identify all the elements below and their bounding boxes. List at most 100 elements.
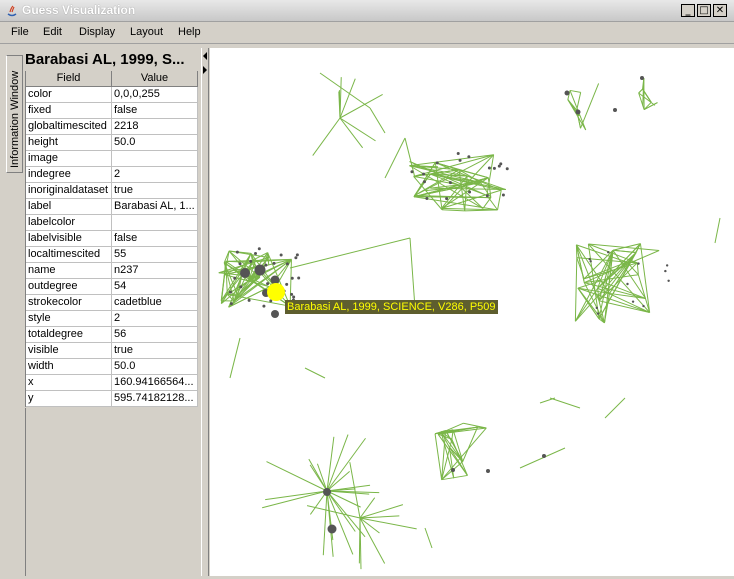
table-row[interactable]: outdegree54 (26, 279, 198, 295)
table-row[interactable]: totaldegree56 (26, 327, 198, 343)
graph-node[interactable] (254, 252, 257, 255)
table-row[interactable]: width50.0 (26, 359, 198, 375)
graph-node[interactable] (236, 251, 239, 254)
value-cell[interactable]: 0,0,0,255 (112, 87, 198, 103)
graph-node[interactable] (445, 197, 448, 200)
graph-node[interactable] (297, 277, 300, 280)
graph-node[interactable] (666, 264, 668, 266)
graph-node[interactable] (233, 277, 236, 280)
value-cell[interactable]: 2 (112, 311, 198, 327)
value-cell[interactable]: cadetblue (112, 295, 198, 311)
graph-node[interactable] (451, 468, 455, 472)
graph-node[interactable] (467, 155, 470, 158)
graph-node[interactable] (588, 258, 590, 260)
table-row[interactable]: indegree2 (26, 167, 198, 183)
graph-node[interactable] (410, 170, 413, 173)
graph-node[interactable] (240, 268, 250, 278)
graph-node[interactable] (239, 285, 242, 288)
graph-node[interactable] (596, 307, 598, 309)
graph-node[interactable] (262, 305, 265, 308)
graph-node[interactable] (249, 260, 252, 263)
graph-node[interactable] (589, 260, 591, 262)
graph-node[interactable] (457, 152, 460, 155)
menu-display[interactable]: Display (79, 26, 115, 38)
value-cell[interactable]: 50.0 (112, 359, 198, 375)
table-row[interactable]: labelvisiblefalse (26, 231, 198, 247)
graph-node[interactable] (230, 302, 233, 305)
graph-node[interactable] (291, 277, 294, 280)
graph-node[interactable] (422, 173, 425, 176)
value-cell[interactable]: true (112, 183, 198, 199)
table-row[interactable]: color0,0,0,255 (26, 87, 198, 103)
graph-node[interactable] (255, 265, 266, 276)
graph-node[interactable] (266, 282, 269, 285)
table-row[interactable]: visibletrue (26, 343, 198, 359)
table-row[interactable]: labelBarabasi AL, 1... (26, 199, 198, 215)
graph-node[interactable] (449, 181, 452, 184)
graph-node[interactable] (459, 159, 462, 162)
value-cell[interactable] (112, 215, 198, 231)
close-button[interactable]: ✕ (713, 4, 727, 17)
graph-node[interactable] (425, 197, 428, 200)
graph-node[interactable] (576, 110, 581, 115)
table-row[interactable]: height50.0 (26, 135, 198, 151)
column-header-field[interactable]: Field (26, 71, 112, 87)
value-cell[interactable]: 2218 (112, 119, 198, 135)
table-row[interactable]: fixedfalse (26, 103, 198, 119)
graph-node[interactable] (664, 270, 666, 272)
menu-file[interactable]: File (11, 26, 29, 38)
graph-node[interactable] (294, 256, 297, 259)
graph-node[interactable] (328, 525, 337, 534)
maximize-button[interactable]: □ (697, 4, 711, 17)
table-row[interactable]: style2 (26, 311, 198, 327)
graph-node[interactable] (273, 262, 276, 265)
graph-node[interactable] (542, 454, 546, 458)
graph-node[interactable] (323, 488, 331, 496)
graph-node[interactable] (607, 251, 609, 253)
graph-node[interactable] (290, 293, 293, 296)
table-row[interactable]: localtimescited55 (26, 247, 198, 263)
value-cell[interactable]: false (112, 231, 198, 247)
graph-node[interactable] (280, 254, 283, 257)
graph-node[interactable] (229, 291, 232, 294)
graph-node[interactable] (423, 180, 426, 183)
graph-node[interactable] (468, 190, 471, 193)
information-window-tab[interactable]: Information Window (6, 55, 23, 173)
graph-node[interactable] (597, 312, 599, 314)
graph-node[interactable] (285, 283, 288, 286)
collapse-arrows-icon[interactable] (202, 52, 209, 76)
value-cell[interactable]: 54 (112, 279, 198, 295)
table-row[interactable]: inoriginaldatasettrue (26, 183, 198, 199)
graph-node[interactable] (296, 253, 299, 256)
value-cell[interactable]: 595.74182128... (112, 391, 198, 407)
column-header-value[interactable]: Value (112, 71, 198, 87)
graph-node[interactable] (248, 299, 251, 302)
value-cell[interactable]: Barabasi AL, 1... (112, 199, 198, 215)
graph-node[interactable] (292, 295, 295, 298)
graph-node[interactable] (493, 167, 496, 170)
graph-node[interactable] (632, 300, 634, 302)
graph-node[interactable] (502, 193, 505, 196)
menu-layout[interactable]: Layout (130, 26, 163, 38)
graph-node[interactable] (637, 262, 639, 264)
graph-node[interactable] (506, 167, 509, 170)
graph-node[interactable] (565, 91, 570, 96)
menu-help[interactable]: Help (178, 26, 201, 38)
value-cell[interactable]: 160.94166564... (112, 375, 198, 391)
value-cell[interactable]: 2 (112, 167, 198, 183)
table-row[interactable]: labelcolor (26, 215, 198, 231)
graph-node[interactable] (436, 161, 439, 164)
table-row[interactable]: x160.94166564... (26, 375, 198, 391)
graph-canvas[interactable]: Barabasi AL, 1999, SCIENCE, V286, P509 (210, 48, 734, 576)
table-row[interactable]: globaltimescited2218 (26, 119, 198, 135)
value-cell[interactable]: 55 (112, 247, 198, 263)
value-cell[interactable]: n237 (112, 263, 198, 279)
graph-node[interactable] (642, 305, 644, 307)
graph-node[interactable] (271, 310, 279, 318)
graph-node[interactable] (498, 165, 501, 168)
value-cell[interactable]: true (112, 343, 198, 359)
graph-node[interactable] (286, 262, 289, 265)
value-cell[interactable]: false (112, 103, 198, 119)
table-row[interactable]: y595.74182128... (26, 391, 198, 407)
graph-node[interactable] (239, 262, 242, 265)
